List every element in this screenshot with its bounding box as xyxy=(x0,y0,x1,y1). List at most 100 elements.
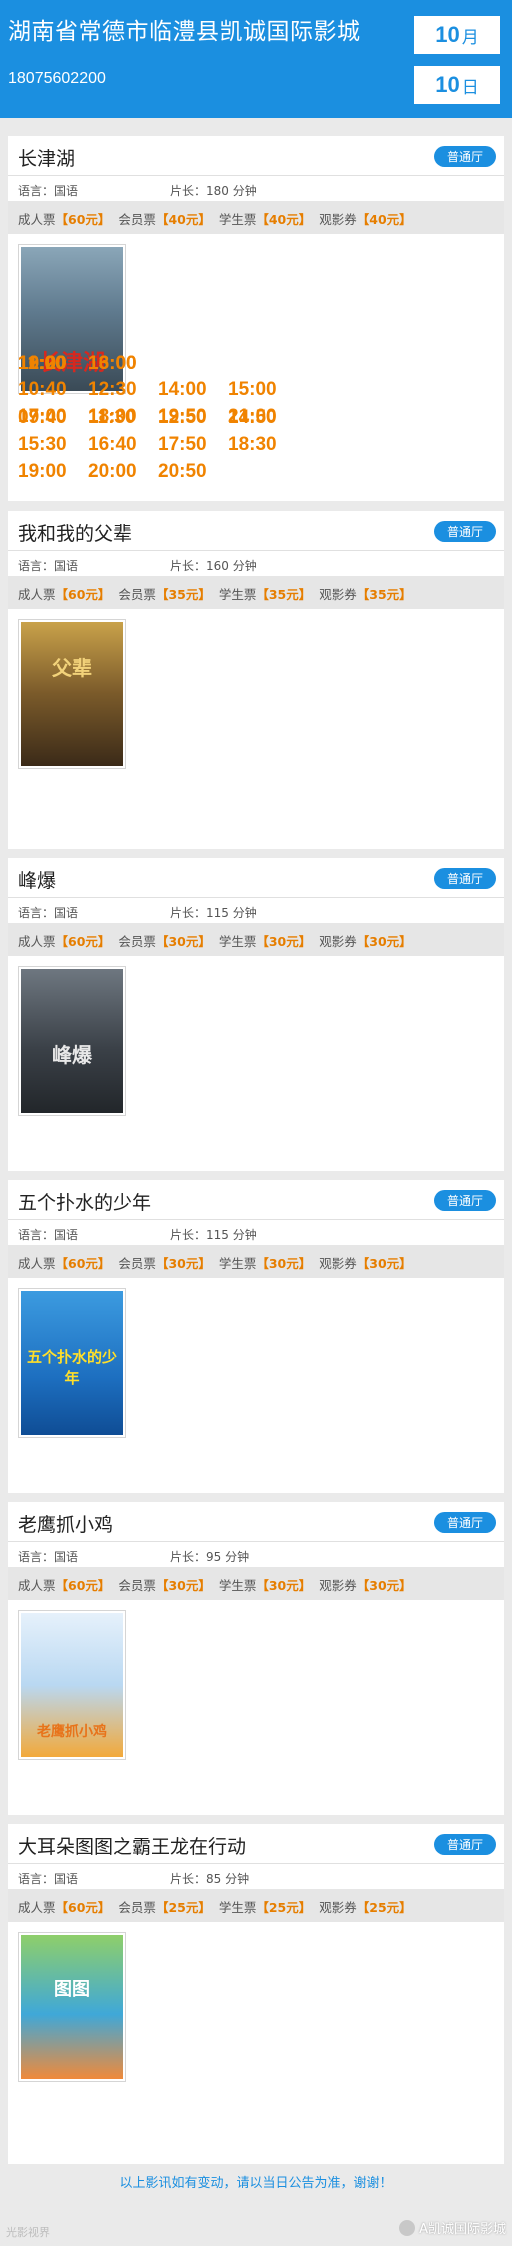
showtime[interactable]: 13:00 xyxy=(88,353,158,375)
showtime[interactable]: 19:00 xyxy=(18,461,88,483)
poster-image: 峰爆 xyxy=(21,969,123,1113)
movie-title[interactable]: 老鹰抓小鸡 xyxy=(18,1510,113,1537)
showtimes: 12:00 xyxy=(8,350,88,377)
poster-title-art: 峰爆 xyxy=(52,1043,92,1067)
showtime[interactable]: 15:30 xyxy=(18,434,88,456)
voucher-label: 观影券 xyxy=(319,1577,357,1593)
voucher-price: 【35元】 xyxy=(356,586,412,602)
poster-area: 峰爆 xyxy=(8,956,504,1124)
language-label: 语言： xyxy=(18,1550,55,1564)
movie-info-row: 语言：国语 片长：180 分钟 xyxy=(8,176,504,202)
student-label: 学生票 xyxy=(218,586,257,602)
showtime[interactable]: 17:50 xyxy=(158,434,228,456)
showtime[interactable]: 18:00 xyxy=(88,406,158,428)
language-info: 语言：国语 xyxy=(18,904,78,921)
language-label: 语言： xyxy=(18,184,55,198)
member-price: 【40元】 xyxy=(155,211,211,227)
showtime[interactable]: 14:00 xyxy=(158,379,228,401)
price-row: 成人票 【60元】 会员票 【25元】 学生票 【25元】 观影券 【25元】 xyxy=(8,1890,504,1922)
adult-label: 成人票 xyxy=(18,933,56,949)
adult-price: 【60元】 xyxy=(55,933,111,949)
showtime[interactable]: 15:00 xyxy=(228,379,298,401)
showtime[interactable]: 18:30 xyxy=(228,434,298,456)
member-price: 【25元】 xyxy=(155,1899,211,1915)
adult-price: 【60元】 xyxy=(55,211,111,227)
language-label: 语言： xyxy=(18,1872,55,1886)
poster-title-art: 老鹰抓小鸡 xyxy=(37,1724,107,1740)
month-unit: 月 xyxy=(461,27,479,48)
student-label: 学生票 xyxy=(218,1899,257,1915)
showtime-row: 17:00 18:00 19:50 21:00 xyxy=(18,403,298,430)
student-price: 【25元】 xyxy=(256,1899,312,1915)
movie-title[interactable]: 大耳朵图图之霸王龙在行动 xyxy=(18,1832,246,1859)
movie-title[interactable]: 峰爆 xyxy=(18,866,56,893)
showtime[interactable]: 12:00 xyxy=(18,353,88,375)
showtime[interactable]: 19:50 xyxy=(158,406,228,428)
voucher-label: 观影券 xyxy=(319,586,357,602)
duration-value: 160 分钟 xyxy=(206,559,257,573)
duration-info: 片长：115 分钟 xyxy=(170,904,257,921)
movie-header: 五个扑水的少年 普通厅 xyxy=(8,1180,504,1220)
showtime[interactable]: 20:50 xyxy=(158,461,228,483)
movie-card: 五个扑水的少年 普通厅 语言：国语 片长：115 分钟 成人票 【60元】 会员票… xyxy=(8,353,504,1493)
language-info: 语言：国语 xyxy=(18,557,78,574)
language-value: 国语 xyxy=(54,184,79,198)
voucher-price: 【40元】 xyxy=(356,211,412,227)
movie-header: 峰爆 普通厅 xyxy=(8,858,504,898)
movie-title[interactable]: 五个扑水的少年 xyxy=(18,1188,151,1215)
price-row: 成人票 【60元】 会员票 【30元】 学生票 【30元】 观影券 【30元】 xyxy=(8,1568,504,1600)
duration-value: 115 分钟 xyxy=(206,1228,257,1242)
student-price: 【30元】 xyxy=(256,1255,312,1271)
language-info: 语言：国语 xyxy=(18,1870,78,1887)
poster-image: 父辈 xyxy=(21,622,123,766)
day-unit: 日 xyxy=(461,77,479,98)
movie-poster[interactable]: 父辈 xyxy=(18,619,126,769)
cinema-name: 湖南省常德市临澧县凯诚国际影城 xyxy=(8,19,361,45)
duration-info: 片长：180 分钟 xyxy=(170,182,257,199)
showtime-row: 10:40 12:30 14:00 15:00 xyxy=(18,376,298,403)
movie-info-row: 语言：国语 片长：95 分钟 xyxy=(8,1542,504,1568)
showtime[interactable]: 16:40 xyxy=(88,434,158,456)
voucher-price: 【30元】 xyxy=(356,1577,412,1593)
day-box: 10 日 xyxy=(414,66,500,104)
showtime[interactable]: 20:00 xyxy=(88,461,158,483)
movie-card: 峰爆 普通厅 语言：国语 片长：115 分钟 成人票 【60元】 会员票 【30元】… xyxy=(8,353,504,1171)
showtime[interactable]: 12:30 xyxy=(88,379,158,401)
showtime[interactable]: 17:00 xyxy=(18,406,88,428)
duration-label: 片长： xyxy=(170,1228,207,1242)
duration-label: 片长： xyxy=(170,1550,207,1564)
poster-area: 五个扑水的少年 xyxy=(8,1278,504,1446)
member-label: 会员票 xyxy=(118,933,156,949)
movie-poster[interactable]: 五个扑水的少年 xyxy=(18,1288,126,1438)
language-info: 语言：国语 xyxy=(18,182,78,199)
poster-area: 父辈 xyxy=(8,609,504,777)
movie-header: 大耳朵图图之霸王龙在行动 普通厅 xyxy=(8,1824,504,1864)
hall-badge: 普通厅 xyxy=(434,1190,496,1211)
showtime[interactable]: 10:40 xyxy=(18,379,88,401)
duration-value: 95 分钟 xyxy=(206,1550,250,1564)
movie-header: 长津湖 普通厅 xyxy=(8,136,504,176)
duration-info: 片长：115 分钟 xyxy=(170,1226,257,1243)
poster-title-art: 父辈 xyxy=(52,656,92,680)
member-label: 会员票 xyxy=(118,1577,156,1593)
showtime-row: 12:00 xyxy=(18,350,88,377)
movie-poster[interactable]: 图图 xyxy=(18,1932,126,2082)
student-price: 【30元】 xyxy=(256,933,312,949)
movie-card: 大耳朵图图之霸王龙在行动 普通厅 语言：国语 片长：85 分钟 成人票 【60元】… xyxy=(8,353,504,2164)
wechat-icon xyxy=(399,2219,416,2236)
member-label: 会员票 xyxy=(118,1899,156,1915)
movie-title[interactable]: 我和我的父辈 xyxy=(18,519,132,546)
hall-badge: 普通厅 xyxy=(434,868,496,889)
language-value: 国语 xyxy=(54,1228,79,1242)
watermark-left: 光影视界 xyxy=(6,2226,50,2239)
movie-poster[interactable]: 老鹰抓小鸡 xyxy=(18,1610,126,1760)
adult-label: 成人票 xyxy=(18,211,56,227)
member-price: 【35元】 xyxy=(155,586,211,602)
movie-title[interactable]: 长津湖 xyxy=(18,144,75,171)
member-label: 会员票 xyxy=(118,211,156,227)
movie-poster[interactable]: 峰爆 xyxy=(18,966,126,1116)
student-label: 学生票 xyxy=(218,211,257,227)
movie-info-row: 语言：国语 片长：160 分钟 xyxy=(8,551,504,577)
showtime[interactable]: 21:00 xyxy=(228,406,298,428)
member-price: 【30元】 xyxy=(155,933,211,949)
